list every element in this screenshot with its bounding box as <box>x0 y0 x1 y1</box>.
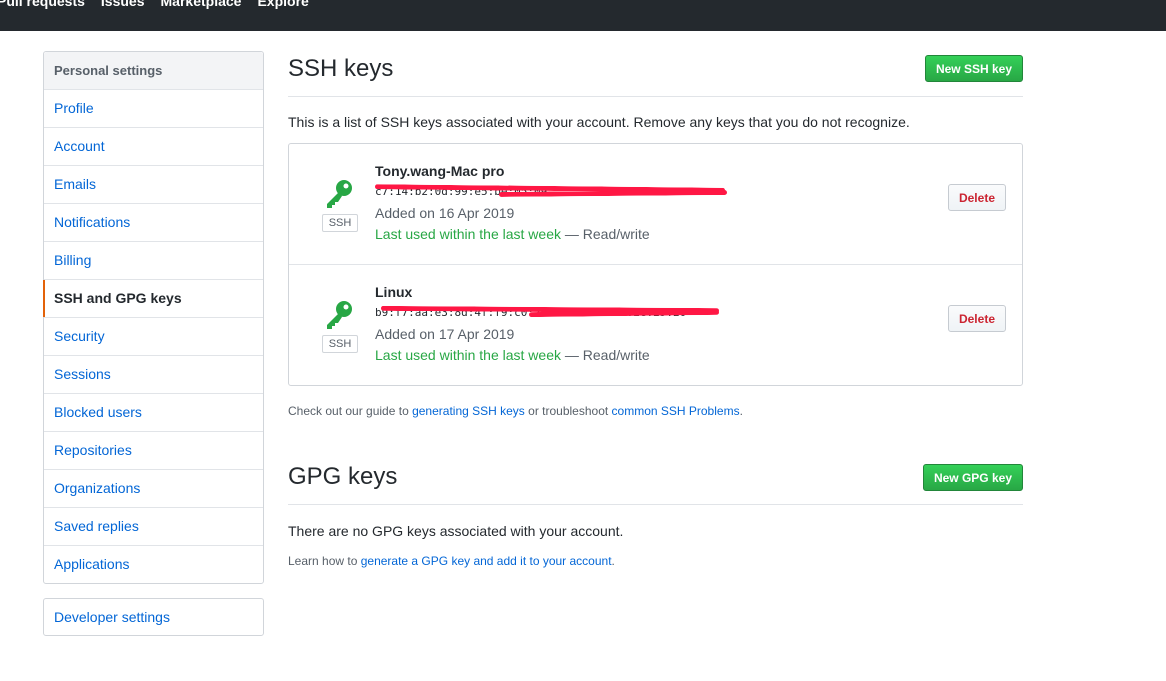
ssh-type-label: SSH <box>322 335 358 353</box>
sidebar-item-applications[interactable]: Applications <box>44 546 263 583</box>
learn-prefix: Learn how to <box>288 554 361 568</box>
developer-settings-menu: Developer settings <box>43 598 264 636</box>
ssh-key-usage: Last used within the last week — Read/wr… <box>375 347 650 363</box>
sidebar-item-ssh-gpg-keys[interactable]: SSH and GPG keys <box>43 280 263 318</box>
gpg-keys-title: GPG keys <box>288 463 398 490</box>
ssh-key-access: — Read/write <box>564 347 650 363</box>
generate-gpg-key-link[interactable]: generate a GPG key and add it to your ac… <box>361 554 612 568</box>
sidebar-item-saved-replies[interactable]: Saved replies <box>44 508 263 546</box>
sidebar-item-notifications[interactable]: Notifications <box>44 204 263 242</box>
top-nav-links: Pull requests Issues Marketplace Explore <box>0 0 309 11</box>
ssh-keys-list: SSH Tony.wang-Mac pro c7:14:b2:0d:99:e5:… <box>288 143 1023 386</box>
settings-sidebar: Personal settings Profile Account Emails… <box>43 51 264 584</box>
redaction-mark <box>498 190 728 197</box>
ssh-key-last-used: Last used within the last week <box>375 347 561 363</box>
ssh-keys-header: SSH keys New SSH key <box>288 52 1023 97</box>
ssh-key-row: SSH Tony.wang-Mac pro c7:14:b2:0d:99:e5:… <box>289 144 1022 264</box>
ssh-key-row: SSH Linux b9:f7:aa:e3:8d:4f:f9:c0:2d:8a:… <box>289 264 1022 385</box>
sidebar-item-blocked-users[interactable]: Blocked users <box>44 394 263 432</box>
nav-explore[interactable]: Explore <box>257 0 308 11</box>
ssh-key-added-date: Added on 16 Apr 2019 <box>375 205 515 221</box>
ssh-type-label: SSH <box>322 214 358 232</box>
nav-pull-requests[interactable]: Pull requests <box>0 0 85 11</box>
guide-prefix: Check out our guide to <box>288 404 413 418</box>
ssh-key-usage: Last used within the last week — Read/wr… <box>375 226 650 242</box>
new-ssh-key-button[interactable]: New SSH key <box>924 55 1023 82</box>
ssh-guide-text: Check out our guide to generating SSH ke… <box>288 404 743 418</box>
sidebar-heading: Personal settings <box>44 52 263 90</box>
learn-suffix: . <box>611 554 615 568</box>
sidebar-item-sessions[interactable]: Sessions <box>44 356 263 394</box>
delete-ssh-key-button[interactable]: Delete <box>947 184 1006 211</box>
ssh-key-title: Tony.wang-Mac pro <box>375 163 505 179</box>
sidebar-item-profile[interactable]: Profile <box>44 90 263 128</box>
key-icon <box>327 301 352 329</box>
generating-ssh-keys-link[interactable]: generating SSH keys <box>412 404 525 418</box>
ssh-keys-intro: This is a list of SSH keys associated wi… <box>288 114 910 130</box>
top-navigation-bar: Pull requests Issues Marketplace Explore <box>0 0 1166 31</box>
sidebar-item-billing[interactable]: Billing <box>44 242 263 280</box>
common-ssh-problems-link[interactable]: common SSH Problems <box>612 404 740 418</box>
sidebar-item-emails[interactable]: Emails <box>44 166 263 204</box>
ssh-keys-title: SSH keys <box>288 55 394 82</box>
ssh-key-last-used: Last used within the last week <box>375 226 561 242</box>
gpg-empty-message: There are no GPG keys associated with yo… <box>288 523 624 539</box>
sidebar-item-organizations[interactable]: Organizations <box>44 470 263 508</box>
nav-marketplace[interactable]: Marketplace <box>161 0 242 11</box>
guide-suffix: . <box>739 404 743 418</box>
sidebar-item-developer-settings[interactable]: Developer settings <box>44 599 263 635</box>
sidebar-item-account[interactable]: Account <box>44 128 263 166</box>
ssh-key-access: — Read/write <box>564 226 650 242</box>
guide-middle: or troubleshoot <box>524 404 612 418</box>
gpg-learn-text: Learn how to generate a GPG key and add … <box>288 554 615 568</box>
ssh-key-title: Linux <box>375 284 413 300</box>
key-icon <box>327 180 352 208</box>
sidebar-item-repositories[interactable]: Repositories <box>44 432 263 470</box>
ssh-key-added-date: Added on 17 Apr 2019 <box>375 326 515 342</box>
delete-ssh-key-button[interactable]: Delete <box>947 305 1006 332</box>
sidebar-item-security[interactable]: Security <box>44 318 263 356</box>
gpg-keys-header: GPG keys New GPG key <box>288 460 1023 505</box>
new-gpg-key-button[interactable]: New GPG key <box>922 464 1023 491</box>
nav-issues[interactable]: Issues <box>101 0 145 11</box>
